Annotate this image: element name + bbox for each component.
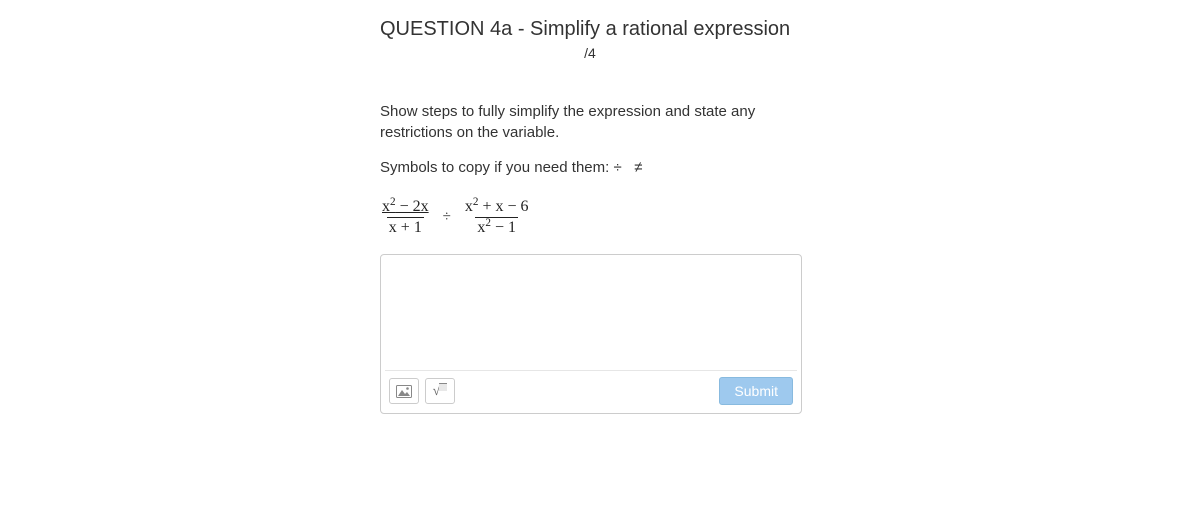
answer-toolbar: √ Submit xyxy=(385,370,797,409)
symbol-divide: ÷ xyxy=(613,159,621,176)
question-marks: /4 xyxy=(380,45,800,61)
submit-button[interactable]: Submit xyxy=(719,377,793,405)
fraction-2: x2 + x − 6 x2 − 1 xyxy=(463,198,531,236)
answer-box: √ Submit xyxy=(380,254,802,414)
symbols-prefix: Symbols to copy if you need them: xyxy=(380,159,613,176)
math-expression: x2 − 2x x + 1 ÷ x2 + x − 6 x2 − 1 xyxy=(380,198,820,236)
fraction-1: x2 − 2x x + 1 xyxy=(380,198,431,236)
symbol-not-equal: ≠ xyxy=(634,159,642,176)
question-instructions: Show steps to fully simplify the express… xyxy=(380,101,780,143)
tool-buttons: √ xyxy=(389,378,455,404)
question-container: QUESTION 4a - Simplify a rational expres… xyxy=(380,18,820,414)
image-icon xyxy=(396,385,412,398)
division-operator: ÷ xyxy=(441,209,453,226)
image-tool-button[interactable] xyxy=(389,378,419,404)
symbols-hint: Symbols to copy if you need them: ÷ ≠ xyxy=(380,159,820,176)
sqrt-icon: √ xyxy=(433,383,448,400)
math-tool-button[interactable]: √ xyxy=(425,378,455,404)
answer-input[interactable] xyxy=(385,259,797,363)
question-title: QUESTION 4a - Simplify a rational expres… xyxy=(380,18,820,41)
